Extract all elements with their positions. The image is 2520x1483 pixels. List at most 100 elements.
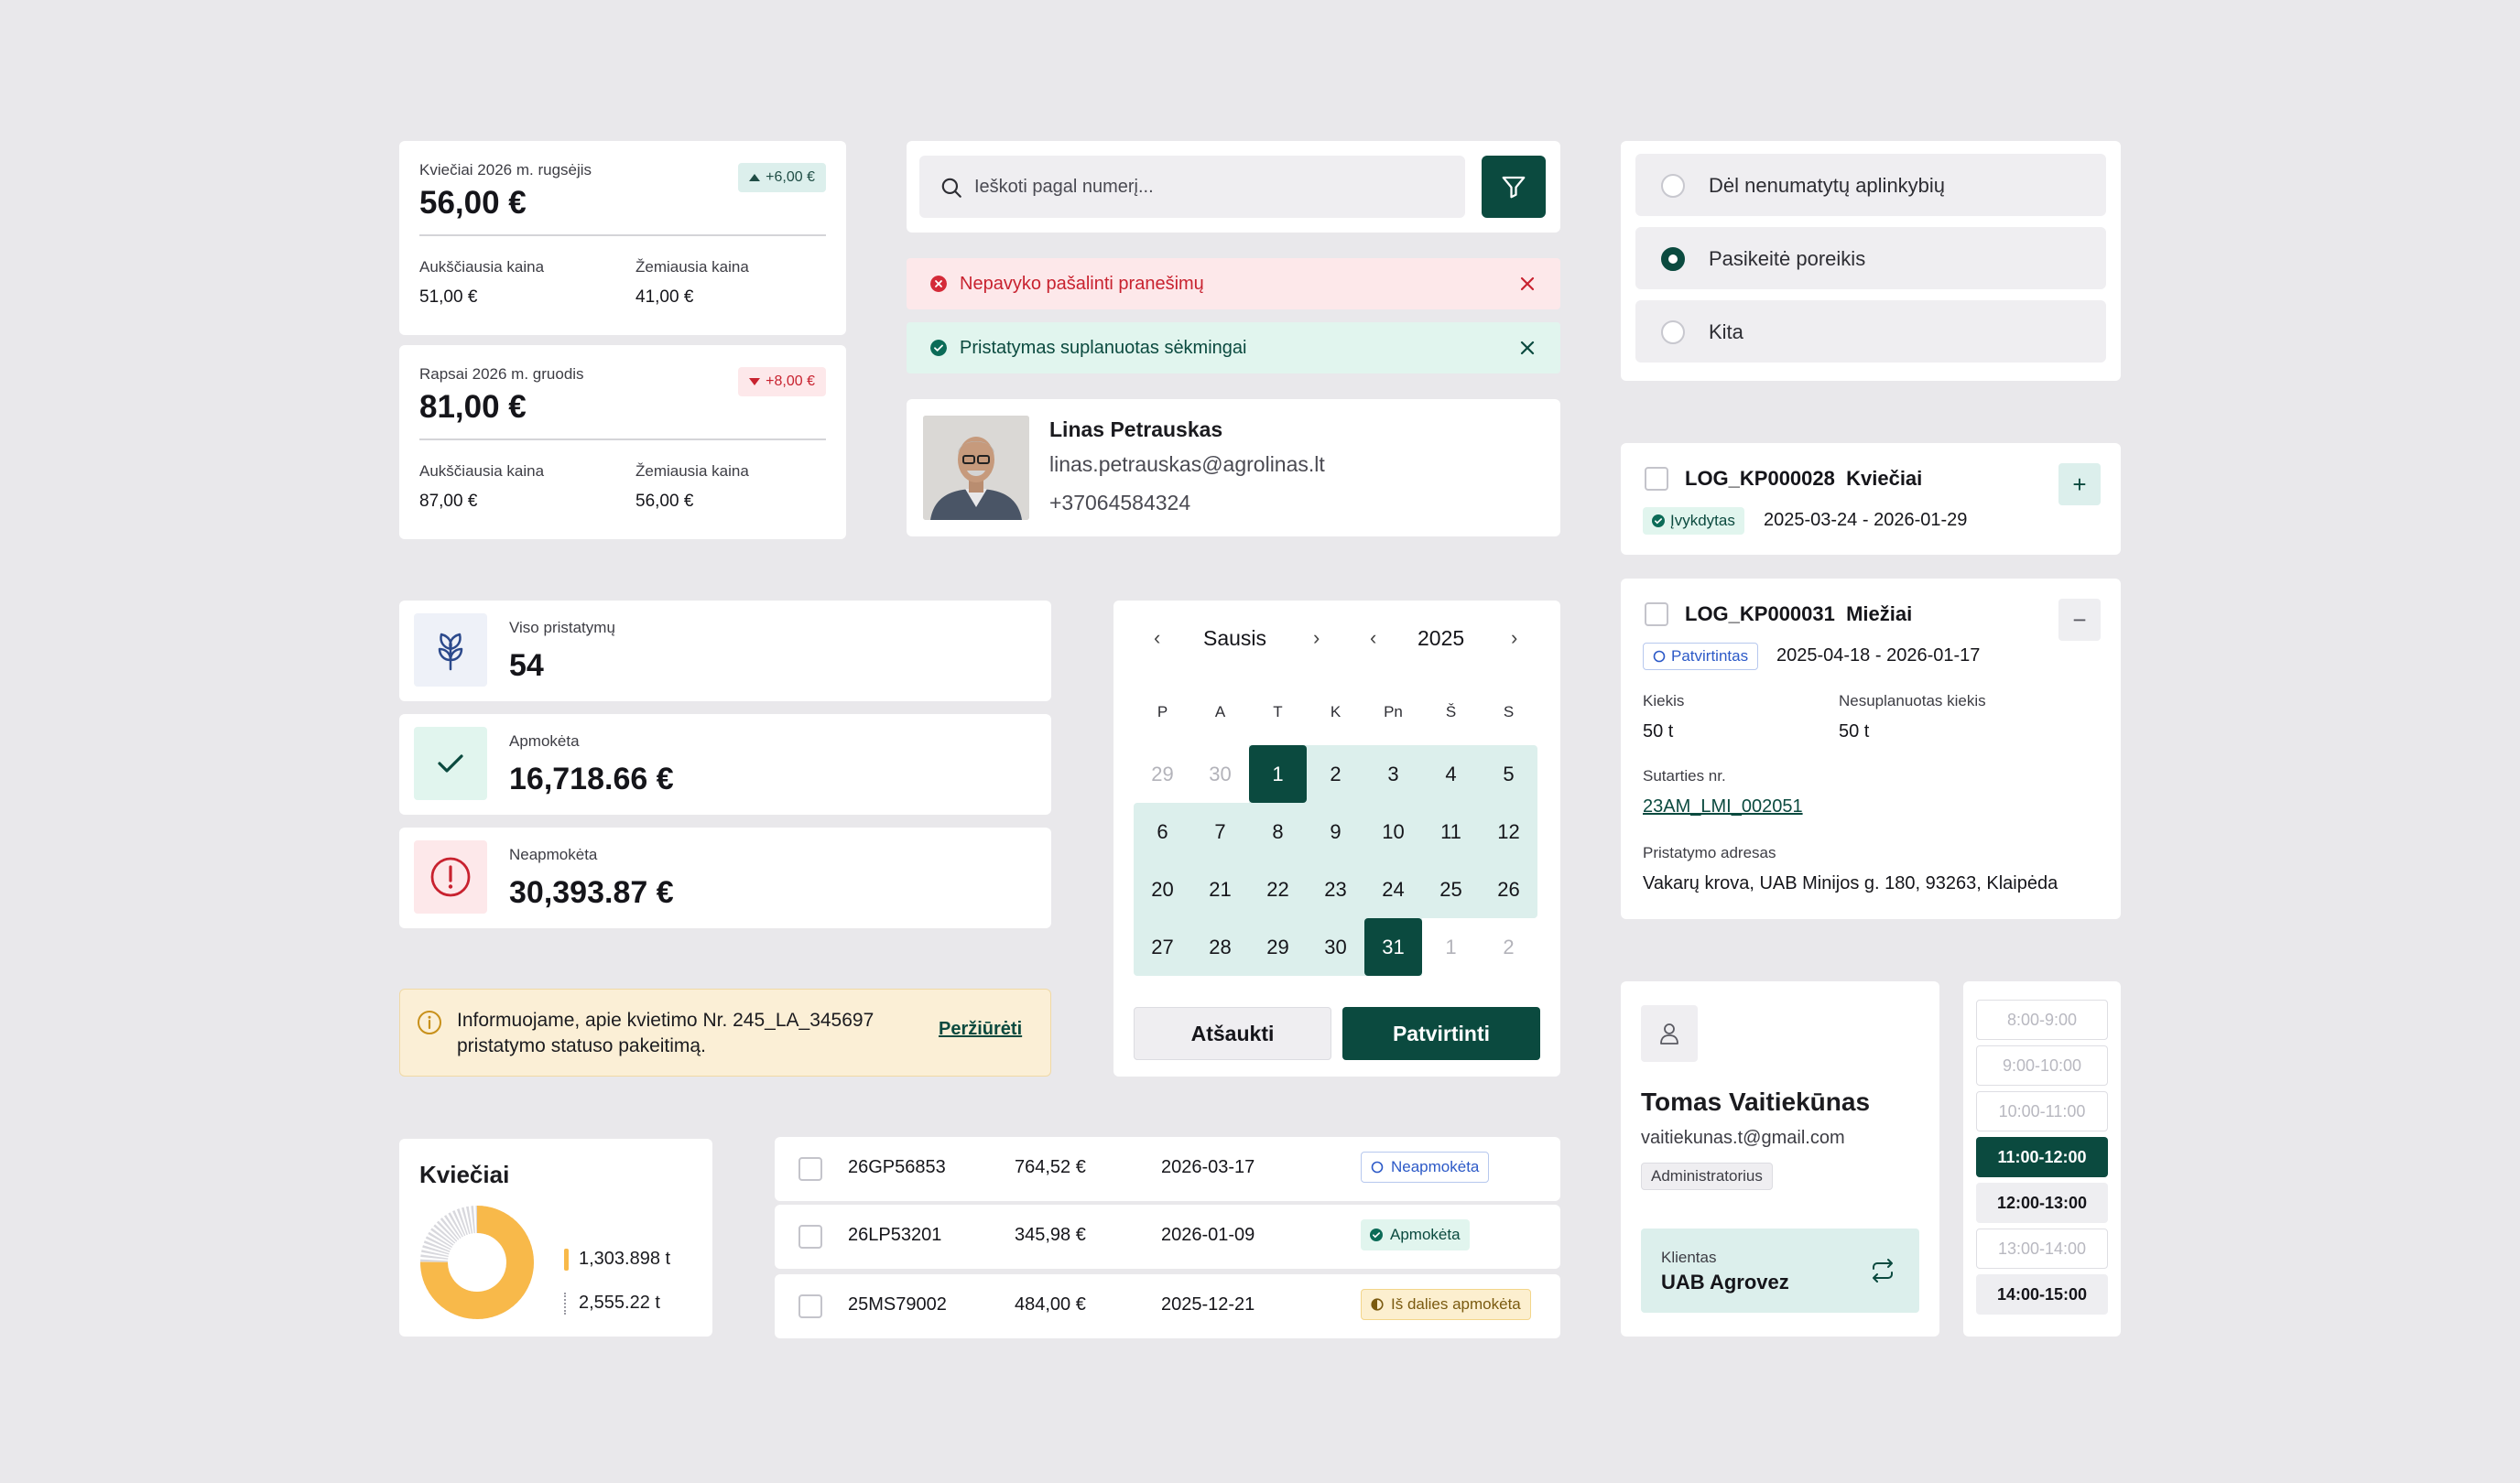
next-year-button[interactable]: › — [1511, 626, 1517, 650]
info-banner-line-2: pristatymo statuso pakeitimą. — [457, 1035, 706, 1056]
circle-outline-icon — [1653, 650, 1666, 663]
row-checkbox[interactable] — [798, 1157, 822, 1181]
row-checkbox[interactable] — [798, 1225, 822, 1249]
calendar-day[interactable]: 3 — [1364, 745, 1422, 803]
calendar-day[interactable]: 20 — [1134, 861, 1191, 918]
close-success-alert-button[interactable] — [1515, 335, 1540, 361]
search-field[interactable] — [919, 156, 1465, 218]
calendar-day[interactable]: 28 — [1191, 918, 1249, 976]
status-badge: Neapmokėta — [1361, 1152, 1490, 1183]
table-row[interactable]: 25MS79002 484,00 € 2025-12-21 Iš dalies … — [775, 1274, 1560, 1338]
calendar-day[interactable]: 10 — [1364, 803, 1422, 861]
info-icon — [418, 1011, 441, 1034]
low-price-label: Žemiausia kaina — [635, 462, 749, 480]
stat-icon-box — [414, 727, 487, 800]
calendar-day[interactable]: 6 — [1134, 803, 1191, 861]
success-alert: Pristatymas suplanuotas sėkmingai — [907, 322, 1560, 373]
time-slot[interactable]: 8:00-9:00 — [1976, 1000, 2108, 1040]
calendar-day[interactable]: 25 — [1422, 861, 1480, 918]
invoice-date: 2026-01-09 — [1161, 1225, 1255, 1245]
expand-button[interactable]: + — [2058, 463, 2101, 505]
error-alert-text: Nepavyko pašalinti pranešimų — [960, 273, 1204, 294]
invoice-amount: 764,52 € — [1015, 1157, 1086, 1177]
logistics-crop: Miežiai — [1846, 602, 1913, 625]
invoice-number: 25MS79002 — [848, 1294, 947, 1315]
close-error-alert-button[interactable] — [1515, 271, 1540, 297]
time-slot[interactable]: 10:00-11:00 — [1976, 1091, 2108, 1131]
logistics-checkbox[interactable] — [1645, 602, 1668, 626]
calendar-day[interactable]: 29 — [1249, 918, 1307, 976]
calendar-day[interactable]: 23 — [1307, 861, 1364, 918]
contact-card: Linas Petrauskas linas.petrauskas@agroli… — [907, 399, 1560, 536]
row-checkbox[interactable] — [798, 1294, 822, 1318]
cancel-button[interactable]: Atšaukti — [1134, 1007, 1331, 1060]
time-slot[interactable]: 13:00-14:00 — [1976, 1229, 2108, 1269]
success-alert-text: Pristatymas suplanuotas sėkmingai — [960, 337, 1247, 358]
calendar-day[interactable]: 2 — [1480, 918, 1537, 976]
client-switcher[interactable]: Klientas UAB Agrovez — [1641, 1229, 1919, 1313]
time-slot[interactable]: 9:00-10:00 — [1976, 1045, 2108, 1086]
calendar-day[interactable]: 11 — [1422, 803, 1480, 861]
calendar-day[interactable]: 9 — [1307, 803, 1364, 861]
calendar-day-selected-end[interactable]: 31 — [1364, 918, 1422, 976]
error-alert: Nepavyko pašalinti pranešimų — [907, 258, 1560, 309]
radio-button[interactable] — [1661, 174, 1685, 198]
filter-button[interactable] — [1482, 156, 1546, 218]
logistics-checkbox[interactable] — [1645, 467, 1668, 491]
collapse-button[interactable]: − — [2058, 599, 2101, 641]
calendar-day[interactable]: 2 — [1307, 745, 1364, 803]
calendar-day[interactable]: 22 — [1249, 861, 1307, 918]
calendar-day-selected-start[interactable]: 1 — [1249, 745, 1307, 803]
weekday-label: A — [1214, 703, 1226, 720]
stat-value: 54 — [509, 648, 544, 683]
calendar-day[interactable]: 5 — [1480, 745, 1537, 803]
calendar-day[interactable]: 7 — [1191, 803, 1249, 861]
status-badge: Įvykdytas — [1643, 507, 1744, 535]
logistics-code: LOG_KP000028 — [1685, 467, 1835, 490]
prev-year-button[interactable]: ‹ — [1370, 626, 1376, 650]
table-row[interactable]: 26GP56853 764,52 € 2026-03-17 Neapmokėta — [775, 1137, 1560, 1201]
time-slot[interactable]: 14:00-15:00 — [1976, 1274, 2108, 1315]
radio-option-other[interactable]: Kita — [1635, 300, 2106, 363]
search-input[interactable] — [974, 156, 1450, 218]
invoice-number: 26LP53201 — [848, 1225, 942, 1245]
calendar-day[interactable]: 30 — [1307, 918, 1364, 976]
prev-month-button[interactable]: ‹ — [1154, 626, 1160, 650]
calendar-day[interactable]: 21 — [1191, 861, 1249, 918]
calendar-day[interactable]: 12 — [1480, 803, 1537, 861]
calendar-day[interactable]: 29 — [1134, 745, 1191, 803]
price-card-value: 56,00 € — [419, 185, 527, 221]
calendar-month[interactable]: Sausis — [1203, 626, 1266, 651]
radio-button[interactable] — [1661, 320, 1685, 344]
address-label: Pristatymo adresas — [1643, 844, 1776, 861]
table-row[interactable]: 26LP53201 345,98 € 2026-01-09 Apmokėta — [775, 1205, 1560, 1269]
trend-down-icon — [749, 378, 761, 385]
calendar-day[interactable]: 4 — [1422, 745, 1480, 803]
radio-option-changed-need[interactable]: Pasikeitė poreikis — [1635, 227, 2106, 289]
confirm-button[interactable]: Patvirtinti — [1342, 1007, 1540, 1060]
low-price-value: 56,00 € — [635, 492, 694, 511]
calendar-day[interactable]: 24 — [1364, 861, 1422, 918]
contact-phone[interactable]: +37064584324 — [1049, 491, 1190, 515]
calendar-day[interactable]: 1 — [1422, 918, 1480, 976]
contract-link[interactable]: 23AM_LMI_002051 — [1643, 796, 1803, 817]
radio-label: Pasikeitė poreikis — [1709, 247, 1866, 270]
calendar-day[interactable]: 8 — [1249, 803, 1307, 861]
reason-radio-group: Dėl nenumatytų aplinkybių Pasikeitė pore… — [1621, 141, 2121, 381]
radio-option-unforeseen[interactable]: Dėl nenumatytų aplinkybių — [1635, 154, 2106, 216]
weekday-label: T — [1273, 703, 1283, 720]
time-slot-selected[interactable]: 11:00-12:00 — [1976, 1137, 2108, 1177]
calendar-day[interactable]: 27 — [1134, 918, 1191, 976]
view-link[interactable]: Peržiūrėti — [939, 1019, 1022, 1040]
next-month-button[interactable]: › — [1313, 626, 1320, 650]
info-banner-line-1: Informuojame, apie kvietimo Nr. 245_LA_3… — [457, 1010, 874, 1031]
calendar-day[interactable]: 30 — [1191, 745, 1249, 803]
contact-email[interactable]: linas.petrauskas@agrolinas.lt — [1049, 452, 1325, 477]
calendar-year[interactable]: 2025 — [1418, 626, 1464, 651]
radio-button-selected[interactable] — [1661, 247, 1685, 271]
price-card-wheat: Kviečiai 2026 m. rugsėjis 56,00 € +6,00 … — [399, 141, 846, 335]
date-range-calendar: ‹ Sausis › ‹ 2025 › P A T K Pn Š S 29 30… — [1113, 601, 1560, 1077]
calendar-day[interactable]: 26 — [1480, 861, 1537, 918]
switch-icon[interactable] — [1868, 1256, 1897, 1285]
time-slot[interactable]: 12:00-13:00 — [1976, 1183, 2108, 1223]
